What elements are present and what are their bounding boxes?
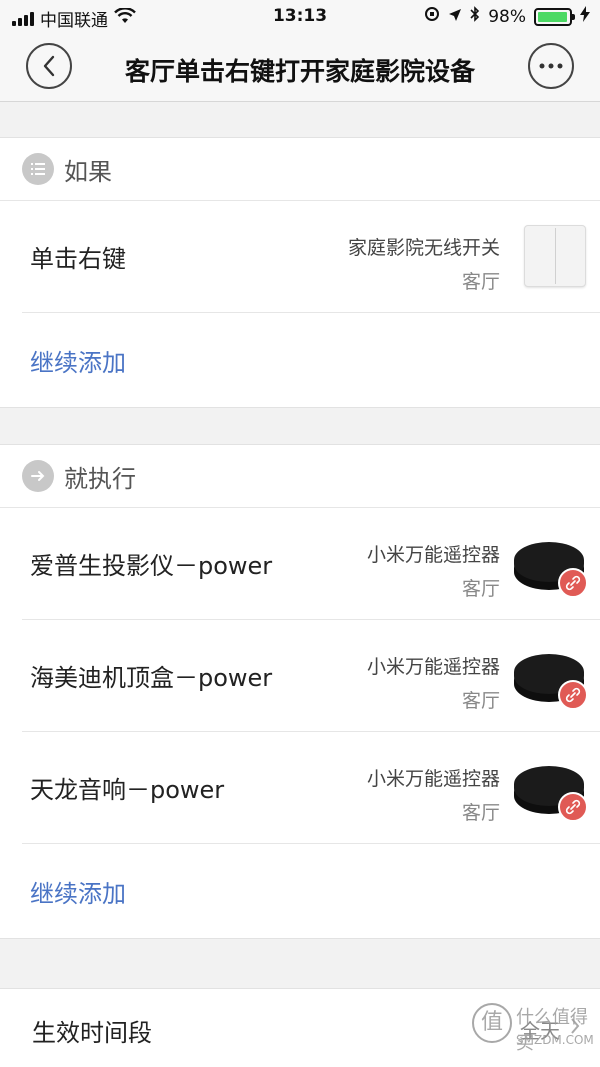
watermark-text: 什么值得买 bbox=[516, 1007, 588, 1054]
action-row[interactable]: 海美迪机顶盒－power 小米万能遥控器 客厅 bbox=[22, 620, 600, 732]
action-device-name: 小米万能遥控器 bbox=[366, 544, 500, 566]
then-section: 就执行 爱普生投影仪－power 小米万能遥控器 客厅 海美迪机顶盒－power… bbox=[0, 444, 600, 939]
ir-remote-image bbox=[510, 530, 590, 600]
ir-remote-image bbox=[510, 642, 590, 712]
status-right: 98% bbox=[424, 6, 590, 27]
then-section-title: 就执行 bbox=[64, 464, 136, 493]
arrow-right-icon bbox=[22, 460, 54, 492]
action-device-name: 小米万能遥控器 bbox=[366, 768, 500, 790]
nav-bar: 客厅单击右键打开家庭影院设备 bbox=[0, 34, 600, 102]
action-row[interactable]: 天龙音响－power 小米万能遥控器 客厅 bbox=[22, 732, 600, 844]
action-label: 天龙音响－power bbox=[30, 776, 225, 804]
bluetooth-icon bbox=[470, 6, 480, 27]
watermark-site: SMZDM.COM bbox=[516, 1033, 594, 1047]
list-icon bbox=[22, 153, 54, 185]
charging-icon bbox=[580, 6, 590, 27]
page-title: 客厅单击右键打开家庭影院设备 bbox=[124, 57, 475, 86]
link-icon bbox=[558, 680, 588, 710]
action-label: 爱普生投影仪－power bbox=[30, 552, 273, 580]
trigger-row[interactable]: 单击右键 家庭影院无线开关 客厅 bbox=[22, 201, 600, 313]
link-icon bbox=[558, 792, 588, 822]
action-device-room: 客厅 bbox=[461, 690, 500, 712]
if-section-header: 如果 bbox=[0, 138, 600, 201]
back-button[interactable] bbox=[26, 43, 72, 89]
ir-remote-image bbox=[510, 754, 590, 824]
action-device-name: 小米万能遥控器 bbox=[366, 656, 500, 678]
then-add-more-link[interactable]: 继续添加 bbox=[30, 874, 126, 909]
action-label: 海美迪机顶盒－power bbox=[30, 664, 273, 692]
watermark-logo: 值 bbox=[472, 1003, 512, 1043]
wall-switch-image bbox=[524, 225, 586, 287]
screen-lock-icon bbox=[424, 6, 440, 27]
action-row[interactable]: 爱普生投影仪－power 小米万能遥控器 客厅 bbox=[22, 508, 600, 620]
action-device-room: 客厅 bbox=[461, 802, 500, 824]
if-add-more-link[interactable]: 继续添加 bbox=[30, 343, 126, 378]
trigger-device-name: 家庭影院无线开关 bbox=[347, 237, 500, 259]
chevron-left-icon bbox=[43, 55, 55, 77]
watermark: 值 什么值得买 SMZDM.COM bbox=[472, 999, 594, 1059]
if-add-row: 继续添加 bbox=[22, 313, 600, 407]
if-section: 如果 单击右键 家庭影院无线开关 客厅 继续添加 bbox=[0, 137, 600, 408]
then-section-header: 就执行 bbox=[0, 445, 600, 508]
effective-time-label: 生效时间段 bbox=[32, 1019, 152, 1047]
trigger-device-room: 客厅 bbox=[461, 271, 500, 293]
effective-time-row[interactable]: 生效时间段 全天 值 什么值得买 SMZDM.COM bbox=[0, 988, 600, 1067]
status-bar: 中国联通 13:13 98% bbox=[0, 0, 600, 34]
battery-icon bbox=[534, 7, 575, 26]
action-device-room: 客厅 bbox=[461, 578, 500, 600]
then-add-row: 继续添加 bbox=[22, 844, 600, 938]
location-icon bbox=[448, 7, 462, 27]
more-button[interactable] bbox=[528, 43, 574, 89]
battery-percent: 98% bbox=[488, 6, 526, 27]
link-icon bbox=[558, 568, 588, 598]
trigger-label: 单击右键 bbox=[30, 245, 126, 273]
more-dots-icon bbox=[539, 63, 563, 69]
if-section-title: 如果 bbox=[64, 157, 112, 186]
